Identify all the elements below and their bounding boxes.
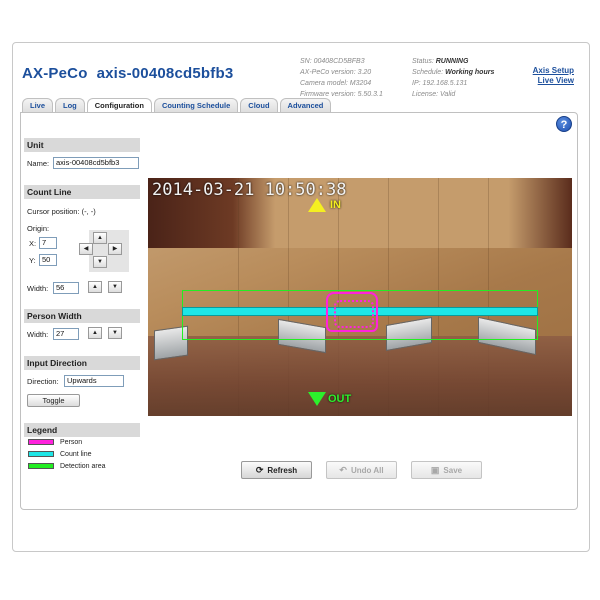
move-up-button[interactable]: ▲ <box>93 232 107 244</box>
detection-area-swatch <box>28 463 54 470</box>
legend-count-line: Count line <box>28 450 92 459</box>
camera-model: Camera model: M3204 <box>300 80 372 87</box>
unit-heading: Unit <box>24 138 140 152</box>
in-label: IN <box>330 199 341 211</box>
unit-name-input[interactable]: axis-00408cd5bfb3 <box>53 157 139 169</box>
save-icon: ▣ <box>430 465 440 475</box>
axis-setup-link[interactable]: Axis Setup <box>533 66 574 76</box>
count-line-heading: Count Line <box>24 185 140 199</box>
legend-heading: Legend <box>24 423 140 437</box>
tab-cloud[interactable]: Cloud <box>240 98 278 112</box>
origin-x-label: X: <box>29 239 37 248</box>
tab-live[interactable]: Live <box>22 98 54 112</box>
person-width-label: Width: <box>27 330 49 339</box>
person-marker <box>326 292 378 332</box>
app-title: AX-PeCo axis-00408cd5bfb3 <box>22 65 242 82</box>
legend-person: Person <box>28 438 82 447</box>
person-width-heading: Person Width <box>24 309 140 323</box>
input-direction-heading: Input Direction <box>24 356 140 370</box>
tab-log[interactable]: Log <box>55 98 85 112</box>
line-width-decrease-button[interactable]: ▼ <box>108 281 122 293</box>
tab-advanced[interactable]: Advanced <box>279 98 332 112</box>
header-links: Axis Setup Live View <box>533 66 574 86</box>
schedule-value: Working hours <box>445 69 495 76</box>
move-left-button[interactable]: ◀ <box>79 243 93 255</box>
tab-counting-schedule[interactable]: Counting Schedule <box>153 98 239 112</box>
peco-version: AX-PeCo version: 3.20 <box>300 69 372 76</box>
video-timestamp: 2014-03-21 10:50:38 <box>152 180 347 200</box>
tab-bar: Live Log Configuration Counting Schedule… <box>22 98 332 113</box>
schedule-label: Schedule: <box>412 69 444 76</box>
refresh-button[interactable]: ⟳ Refresh <box>241 461 312 479</box>
direction-input[interactable]: Upwards <box>64 375 124 387</box>
line-width-input[interactable]: 56 <box>53 282 79 294</box>
status-info: Status: RUNNING Schedule: Working hours … <box>412 56 494 100</box>
person-swatch <box>28 439 54 446</box>
toggle-button[interactable]: Toggle <box>27 394 80 407</box>
device-name: axis-00408cd5bfb3 <box>96 65 234 82</box>
origin-x-input[interactable]: 7 <box>39 237 57 249</box>
tab-configuration[interactable]: Configuration <box>86 98 152 113</box>
out-label: OUT <box>328 393 352 405</box>
undo-icon: ↶ <box>339 465 347 475</box>
move-right-button[interactable]: ▶ <box>108 243 122 255</box>
undo-all-button[interactable]: ↶ Undo All <box>326 461 397 479</box>
person-width-input[interactable]: 27 <box>53 328 79 340</box>
direction-label: Direction: <box>27 377 59 386</box>
cursor-position: Cursor position: (-, -) <box>27 207 96 216</box>
move-down-button[interactable]: ▼ <box>93 256 107 268</box>
in-arrow-icon <box>308 198 326 212</box>
ip-address: IP: 192.168.5.131 <box>412 80 468 87</box>
origin-y-input[interactable]: 50 <box>39 254 57 266</box>
line-width-increase-button[interactable]: ▲ <box>88 281 102 293</box>
count-line-swatch <box>28 451 54 458</box>
origin-y-label: Y: <box>29 256 36 265</box>
save-button[interactable]: ▣ Save <box>411 461 482 479</box>
line-width-label: Width: <box>27 284 49 293</box>
serial-number: SN: 00408CD5BFB3 <box>300 58 365 65</box>
unit-name-label: Name: <box>27 159 50 168</box>
legend-detection-area: Detection area <box>28 462 106 471</box>
refresh-icon: ⟳ <box>255 465 264 475</box>
license-status: License: Valid <box>412 91 456 98</box>
origin-label: Origin: <box>27 224 50 233</box>
status-label: Status: <box>412 58 434 65</box>
help-icon[interactable]: ? <box>556 116 572 132</box>
person-width-increase-button[interactable]: ▲ <box>88 327 102 339</box>
device-info: SN: 00408CD5BFB3 AX-PeCo version: 3.20 C… <box>300 56 383 100</box>
out-arrow-icon <box>308 392 326 406</box>
status-value: RUNNING <box>435 58 469 65</box>
camera-view[interactable]: 2014-03-21 10:50:38 IN OUT <box>148 178 572 416</box>
live-view-link[interactable]: Live View <box>533 76 574 86</box>
product-name: AX-PeCo <box>22 65 88 82</box>
person-width-decrease-button[interactable]: ▼ <box>108 327 122 339</box>
